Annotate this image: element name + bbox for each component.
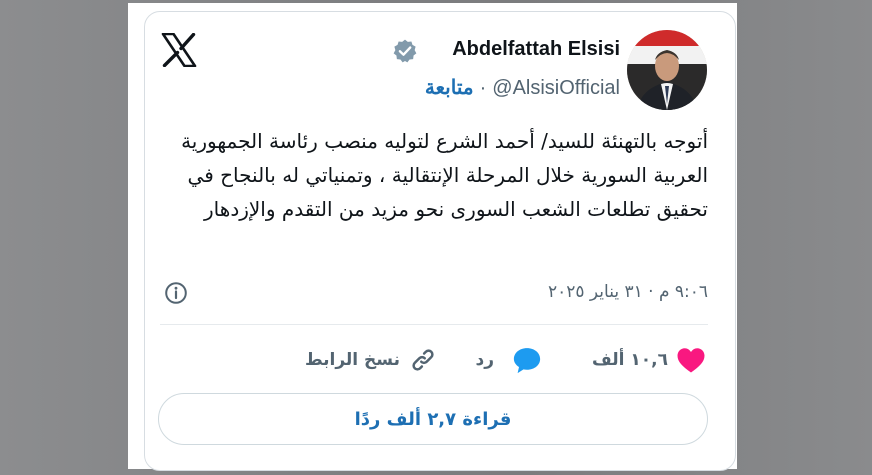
heart-icon xyxy=(677,348,705,373)
divider xyxy=(160,324,708,325)
info-icon[interactable] xyxy=(164,281,188,305)
tweet-timestamp[interactable]: ٩:٠٦ م · ٣١ يناير ٢٠٢٥ xyxy=(548,282,708,302)
read-replies-label: قراءة ٢,٧ ألف ردًا xyxy=(354,408,512,430)
tweet-text: أتوجه بالتهنئة للسيد/ أحمد الشرع لتوليه … xyxy=(181,129,708,221)
speech-bubble-icon xyxy=(513,348,541,374)
avatar[interactable] xyxy=(627,30,707,110)
follow-button[interactable]: متابعة xyxy=(425,77,474,99)
reply-label: رد xyxy=(475,350,494,370)
avatar-portrait-image xyxy=(627,30,707,110)
author-handle[interactable]: @AlsisiOfficial xyxy=(492,77,620,99)
copy-link-label: نسخ الرابط xyxy=(304,350,400,370)
verified-badge-icon xyxy=(393,39,417,63)
like-count: ١٠,٦ ألف xyxy=(592,350,668,370)
copy-link-button[interactable]: نسخ الرابط xyxy=(305,343,438,377)
x-logo-icon[interactable] xyxy=(161,33,197,67)
link-icon xyxy=(412,349,434,371)
reply-button[interactable]: رد xyxy=(475,343,542,377)
author-display-name[interactable]: Abdelfattah Elsisi xyxy=(452,38,620,61)
read-replies-button[interactable]: قراءة ٢,٧ ألف ردًا xyxy=(158,393,708,445)
like-button[interactable]: ١٠,٦ ألف xyxy=(592,343,706,377)
author-handle-row: متابعة · @AlsisiOfficial xyxy=(425,75,620,100)
separator-dot: · xyxy=(479,77,487,99)
